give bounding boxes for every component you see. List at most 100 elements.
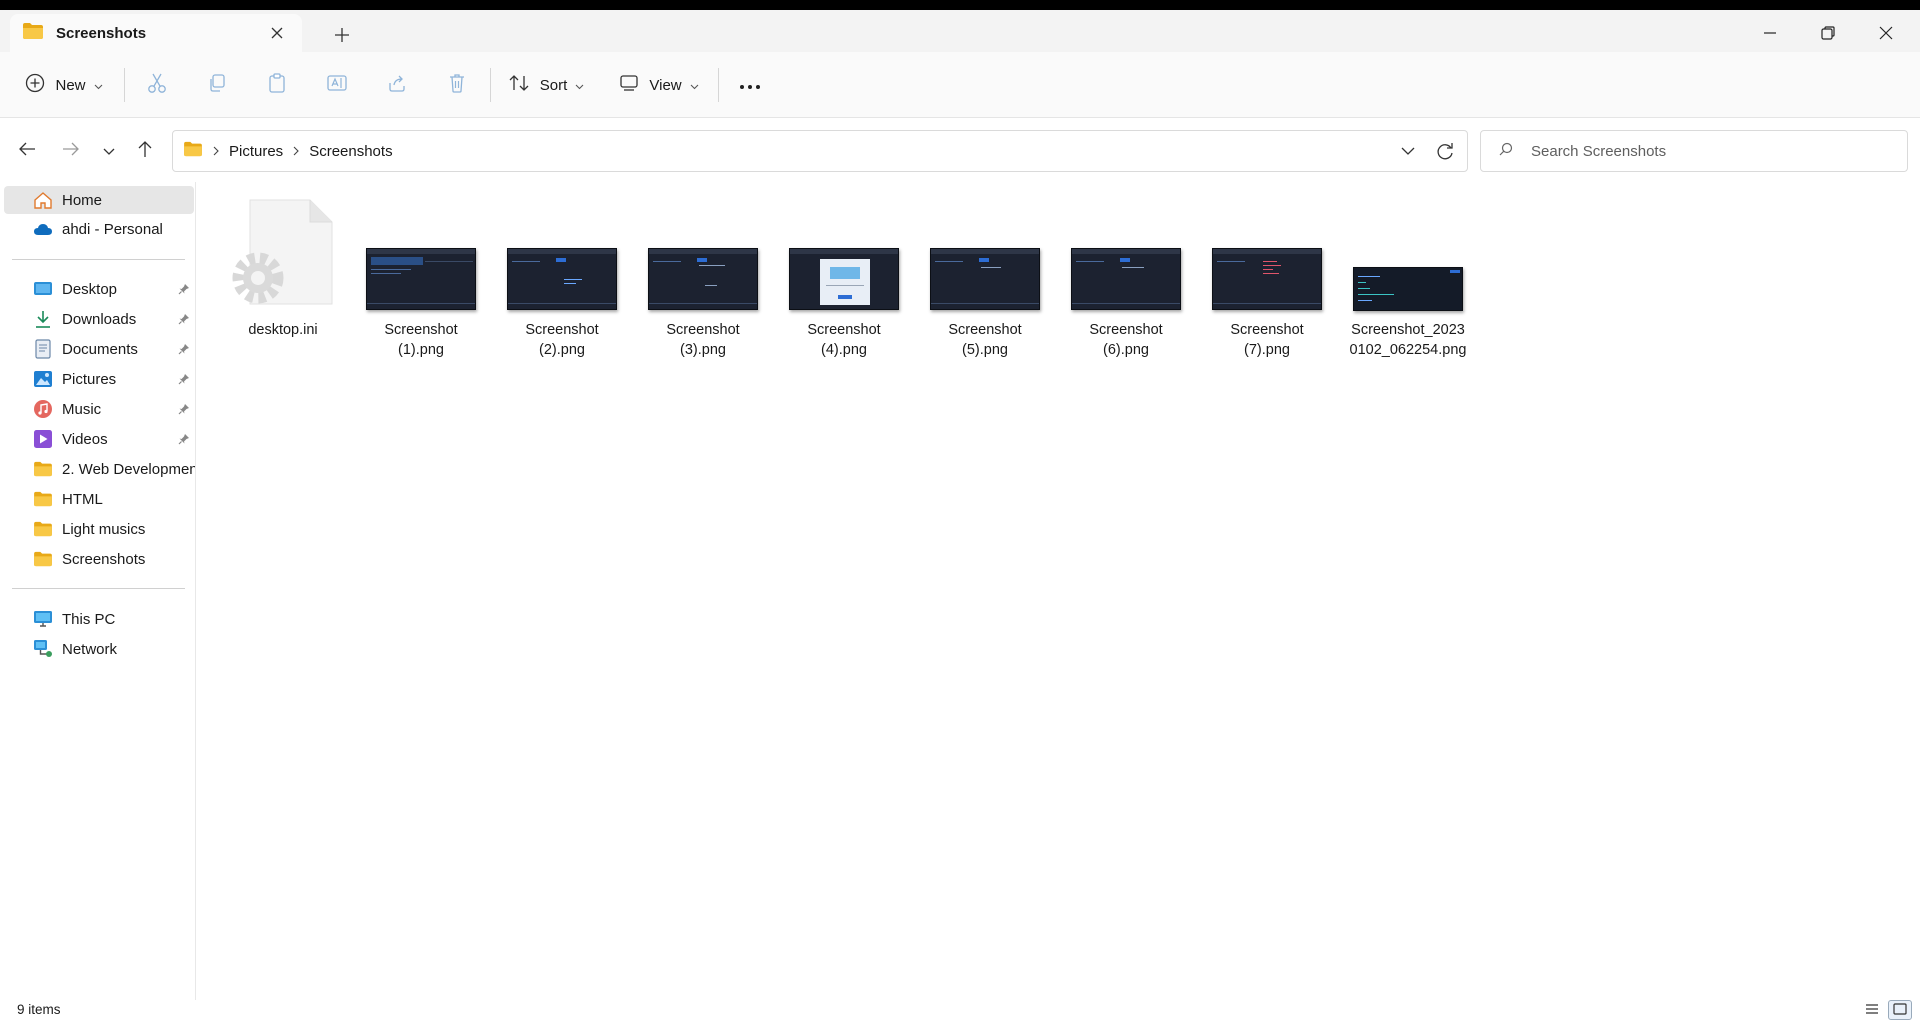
search-input[interactable]: [1531, 142, 1891, 160]
sidebar-separator: [12, 588, 185, 589]
search-icon: [1499, 142, 1513, 160]
file-name: Screenshot (6).png: [1058, 320, 1194, 360]
file-item-screenshot-3[interactable]: Screenshot (3).png: [635, 200, 771, 360]
chevron-down-icon: [575, 77, 584, 94]
address-bar[interactable]: Pictures Screenshots: [172, 130, 1468, 172]
sidebar-item-web-development[interactable]: 2. Web Development: [4, 455, 196, 483]
rename-icon: [326, 73, 348, 97]
item-count: 9 items: [17, 1002, 61, 1017]
sidebar-item-label: Network: [62, 640, 118, 658]
sidebar-item-network[interactable]: Network: [4, 635, 194, 663]
sidebar-item-label: 2. Web Development: [62, 460, 196, 478]
sort-icon: [508, 73, 530, 97]
refresh-icon[interactable]: [1435, 140, 1455, 166]
folder-icon: [32, 518, 54, 540]
file-item-screenshot-4[interactable]: Screenshot (4).png: [776, 200, 912, 360]
sidebar-item-label: Music: [62, 400, 102, 418]
sort-button[interactable]: Sort: [506, 62, 586, 108]
file-item-screenshot-20230102[interactable]: Screenshot_2023 0102_062254.png: [1340, 200, 1476, 360]
back-button[interactable]: [10, 134, 44, 168]
command-bar: New Sort View: [0, 52, 1920, 118]
sidebar-item-pictures[interactable]: Pictures: [4, 365, 194, 393]
file-name-line: (5).png: [962, 342, 1008, 358]
sidebar-item-downloads[interactable]: Downloads: [4, 305, 194, 333]
file-name-line: Screenshot: [1089, 322, 1163, 338]
file-name-line: 0102_062254.png: [1349, 342, 1467, 358]
sidebar-item-videos[interactable]: Videos: [4, 425, 194, 453]
sidebar-item-label: Desktop: [62, 280, 118, 298]
arrow-up-icon: [137, 140, 153, 162]
navigation-pane: Home ahdi - Personal Desktop Downloads D…: [0, 182, 196, 1000]
sidebar-item-this-pc[interactable]: This PC: [4, 605, 194, 633]
large-icons-view-button[interactable]: [1888, 1000, 1912, 1020]
delete-button[interactable]: [440, 62, 474, 108]
download-icon: [32, 308, 54, 330]
trash-icon: [447, 72, 467, 98]
file-item-screenshot-2[interactable]: Screenshot (2).png: [494, 200, 630, 360]
sidebar-item-home[interactable]: Home: [4, 186, 194, 214]
file-name: Screenshot (7).png: [1199, 320, 1335, 360]
settings-file-icon: [228, 198, 338, 310]
search-box[interactable]: [1480, 130, 1908, 172]
folder-icon: [32, 488, 54, 510]
forward-button[interactable]: [54, 134, 88, 168]
close-window-button[interactable]: [1858, 14, 1914, 52]
breadcrumb-pictures[interactable]: Pictures: [229, 143, 283, 160]
list-icon: [1865, 1002, 1879, 1019]
desktop-icon: [32, 278, 54, 300]
file-name-line: (4).png: [821, 342, 867, 358]
sidebar-item-music[interactable]: Music: [4, 395, 194, 423]
more-options-button[interactable]: [732, 62, 768, 108]
recent-locations-button[interactable]: [92, 134, 126, 168]
file-item-screenshot-1[interactable]: Screenshot (1).png: [353, 200, 489, 360]
tab-screenshots[interactable]: Screenshots: [10, 14, 302, 52]
navigation-bar: Pictures Screenshots: [0, 118, 1920, 182]
rename-button[interactable]: [320, 62, 354, 108]
file-item-screenshot-6[interactable]: Screenshot (6).png: [1058, 200, 1194, 360]
copy-button[interactable]: [200, 62, 234, 108]
image-thumbnail: [1071, 248, 1181, 310]
minimize-button[interactable]: [1742, 14, 1798, 52]
plus-circle-icon: [25, 73, 45, 97]
new-tab-button[interactable]: [326, 20, 358, 50]
folder-icon: [22, 22, 44, 44]
share-button[interactable]: [380, 62, 414, 108]
sidebar-item-screenshots[interactable]: Screenshots: [4, 545, 194, 573]
file-name: Screenshot (4).png: [776, 320, 912, 360]
sidebar-item-desktop[interactable]: Desktop: [4, 275, 194, 303]
video-icon: [32, 428, 54, 450]
scissors-icon: [147, 72, 167, 98]
sidebar-item-label: Downloads: [62, 310, 137, 328]
address-history-chevron-icon[interactable]: [1401, 141, 1415, 165]
up-button[interactable]: [128, 134, 162, 168]
image-thumbnail: [366, 248, 476, 310]
view-button-label: View: [649, 76, 682, 94]
close-tab-icon[interactable]: [266, 22, 288, 44]
file-name-line: Screenshot_2023: [1351, 322, 1465, 338]
pin-icon: [178, 342, 190, 359]
breadcrumb-chevron-icon: [293, 146, 299, 156]
sidebar-item-documents[interactable]: Documents: [4, 335, 194, 363]
paste-button[interactable]: [260, 62, 294, 108]
details-view-button[interactable]: [1860, 1000, 1884, 1020]
restore-button[interactable]: [1800, 14, 1856, 52]
image-thumbnail: [507, 248, 617, 310]
arrow-right-icon: [62, 141, 80, 161]
breadcrumb-screenshots[interactable]: Screenshots: [309, 143, 392, 160]
pin-icon: [178, 432, 190, 449]
sidebar-item-html[interactable]: HTML: [4, 485, 194, 513]
file-name-line: (3).png: [680, 342, 726, 358]
sidebar-item-onedrive[interactable]: ahdi - Personal: [4, 215, 194, 243]
image-thumbnail: [930, 248, 1040, 310]
sidebar-item-label: Screenshots: [62, 550, 146, 568]
pin-icon: [178, 312, 190, 329]
sidebar-item-light-musics[interactable]: Light musics: [4, 515, 194, 543]
tab-title: Screenshots: [56, 24, 147, 42]
image-thumbnail: [789, 248, 899, 310]
view-button[interactable]: View: [616, 62, 702, 108]
new-button[interactable]: New: [18, 62, 110, 108]
file-item-screenshot-7[interactable]: Screenshot (7).png: [1199, 200, 1335, 360]
file-item-screenshot-5[interactable]: Screenshot (5).png: [917, 200, 1053, 360]
file-item-desktop-ini[interactable]: desktop.ini: [215, 198, 351, 360]
cut-button[interactable]: [140, 62, 174, 108]
